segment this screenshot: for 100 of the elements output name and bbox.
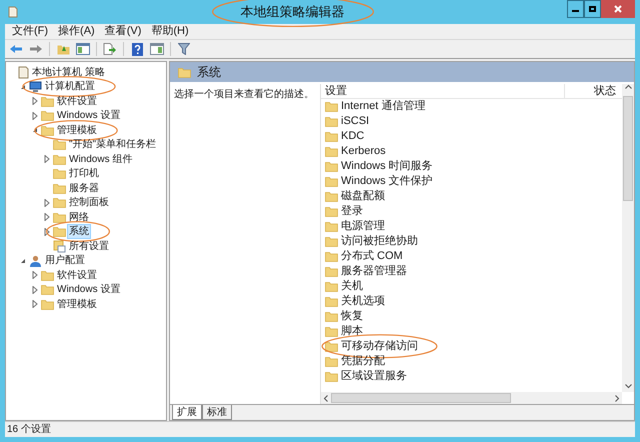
tree-toggle-button[interactable] — [74, 41, 92, 57]
collapsed-icon[interactable] — [44, 213, 50, 222]
folder-icon — [325, 221, 338, 232]
folder-icon — [41, 284, 54, 296]
collapsed-icon[interactable] — [32, 300, 38, 308]
tree-item[interactable]: Windows 组件 — [68, 152, 134, 166]
setting-item[interactable]: Kerberos — [341, 143, 386, 160]
scroll-thumb[interactable] — [331, 393, 511, 403]
folder-icon — [41, 124, 54, 136]
folder-icon — [53, 168, 66, 180]
expanded-icon[interactable] — [20, 84, 26, 90]
tree-item[interactable]: 打印机 — [68, 167, 100, 180]
scroll-down-icon[interactable] — [624, 384, 632, 389]
collapsed-icon[interactable] — [44, 228, 50, 236]
menu-item[interactable]: 查看(V) — [104, 23, 142, 40]
setting-item[interactable]: 访问被拒绝协助 — [341, 233, 418, 250]
setting-item[interactable]: 恢复 — [341, 308, 363, 325]
export-button[interactable] — [101, 41, 119, 57]
setting-item[interactable]: 登录 — [341, 203, 363, 220]
folder-icon — [41, 110, 54, 122]
setting-item[interactable]: KDC — [341, 128, 364, 145]
collapsed-icon[interactable] — [44, 155, 50, 164]
tree-item[interactable]: Windows 设置 — [56, 283, 122, 296]
setting-item[interactable]: 凭据分配 — [341, 353, 385, 370]
setting-item[interactable]: Windows 文件保护 — [341, 173, 433, 190]
tree-item[interactable]: 本地计算机 策略 — [31, 66, 106, 79]
tree-item[interactable]: 管理模板 — [56, 298, 98, 311]
back-arrow-icon — [9, 44, 23, 54]
filter-icon — [178, 43, 190, 55]
setting-item[interactable]: 关机 — [341, 278, 363, 295]
view-button[interactable] — [148, 41, 166, 57]
collapsed-icon[interactable] — [32, 271, 38, 280]
tree-item[interactable]: 控制面板 — [68, 196, 110, 210]
panel-icon — [76, 43, 90, 55]
description-text: 选择一个项目来查看它的描述。 — [174, 89, 314, 100]
scroll-thumb[interactable] — [623, 96, 633, 201]
setting-item[interactable]: Internet 通信管理 — [341, 99, 426, 115]
pane-title: 系统 — [197, 64, 221, 81]
folder-icon — [325, 281, 338, 292]
folder-icon — [325, 116, 338, 127]
setting-item[interactable]: iSCSI — [341, 113, 370, 130]
folder-icon — [325, 161, 338, 172]
folder-icon — [325, 101, 338, 112]
app-icon — [8, 6, 18, 18]
tree-item[interactable]: 所有设置 — [68, 240, 110, 253]
tree-item[interactable]: 软件设置 — [56, 94, 98, 108]
setting-item[interactable]: 分布式 COM — [341, 248, 403, 265]
column-header[interactable]: 状态 — [565, 84, 622, 98]
folder-icon — [41, 270, 54, 281]
tree-item[interactable]: "开始"菜单和任务栏 — [68, 138, 158, 152]
tree-item[interactable]: 服务器 — [68, 182, 100, 195]
scroll-left-icon[interactable] — [321, 394, 331, 402]
tree-item[interactable]: 软件设置 — [56, 268, 98, 282]
folder-icon — [53, 212, 66, 223]
menu-item[interactable]: 文件(F) — [12, 23, 48, 40]
folder-icon — [41, 298, 54, 310]
vertical-scrollbar[interactable] — [622, 84, 634, 392]
folder-icon — [53, 226, 66, 238]
horizontal-scrollbar[interactable] — [321, 392, 622, 404]
view-tab[interactable]: 标准 — [202, 405, 232, 420]
setting-item[interactable]: 关机选项 — [341, 293, 385, 310]
tree-item[interactable]: 网络 — [68, 210, 90, 224]
collapsed-icon[interactable] — [44, 198, 50, 207]
tree-item[interactable]: 用户配置 — [44, 254, 86, 268]
help-icon — [132, 42, 142, 56]
scroll-right-icon[interactable] — [612, 394, 622, 402]
status-text: 16 个设置 — [7, 422, 51, 437]
close-icon — [614, 5, 622, 13]
settings-list-icon — [53, 240, 66, 253]
folder-icon — [53, 182, 66, 194]
setting-item[interactable]: 磁盘配额 — [341, 188, 385, 205]
expanded-icon[interactable] — [20, 258, 26, 264]
setting-item[interactable]: 服务器管理器 — [341, 263, 407, 280]
folder-icon — [325, 311, 338, 322]
tree-item[interactable]: 系统 — [68, 225, 90, 238]
collapsed-icon[interactable] — [32, 97, 38, 106]
filter-button[interactable] — [175, 41, 193, 57]
setting-item[interactable]: 脚本 — [341, 323, 363, 340]
menu-item[interactable]: 帮助(H) — [151, 23, 189, 40]
folder-icon — [325, 251, 338, 262]
folder-icon — [325, 131, 338, 142]
view-tab[interactable]: 扩展 — [172, 405, 202, 420]
setting-item[interactable]: 电源管理 — [341, 218, 385, 235]
expanded-icon[interactable] — [32, 127, 38, 134]
column-header[interactable]: 设置 — [321, 84, 565, 98]
close-button[interactable] — [601, 0, 635, 18]
tree-item[interactable]: Windows 设置 — [56, 109, 122, 122]
collapsed-icon[interactable] — [32, 112, 38, 120]
folder-icon — [53, 139, 66, 150]
setting-item[interactable]: 区域设置服务 — [341, 368, 407, 385]
minimize-button[interactable] — [567, 0, 584, 18]
folder-icon — [325, 341, 338, 352]
panel-icon — [150, 43, 164, 55]
collapsed-icon[interactable] — [32, 286, 38, 294]
menu-item[interactable]: 操作(A) — [58, 23, 95, 40]
setting-item[interactable]: Windows 时间服务 — [341, 158, 433, 175]
folder-icon — [325, 356, 338, 367]
document-icon — [17, 66, 29, 79]
export-icon — [103, 43, 117, 55]
folder-icon — [325, 296, 338, 307]
